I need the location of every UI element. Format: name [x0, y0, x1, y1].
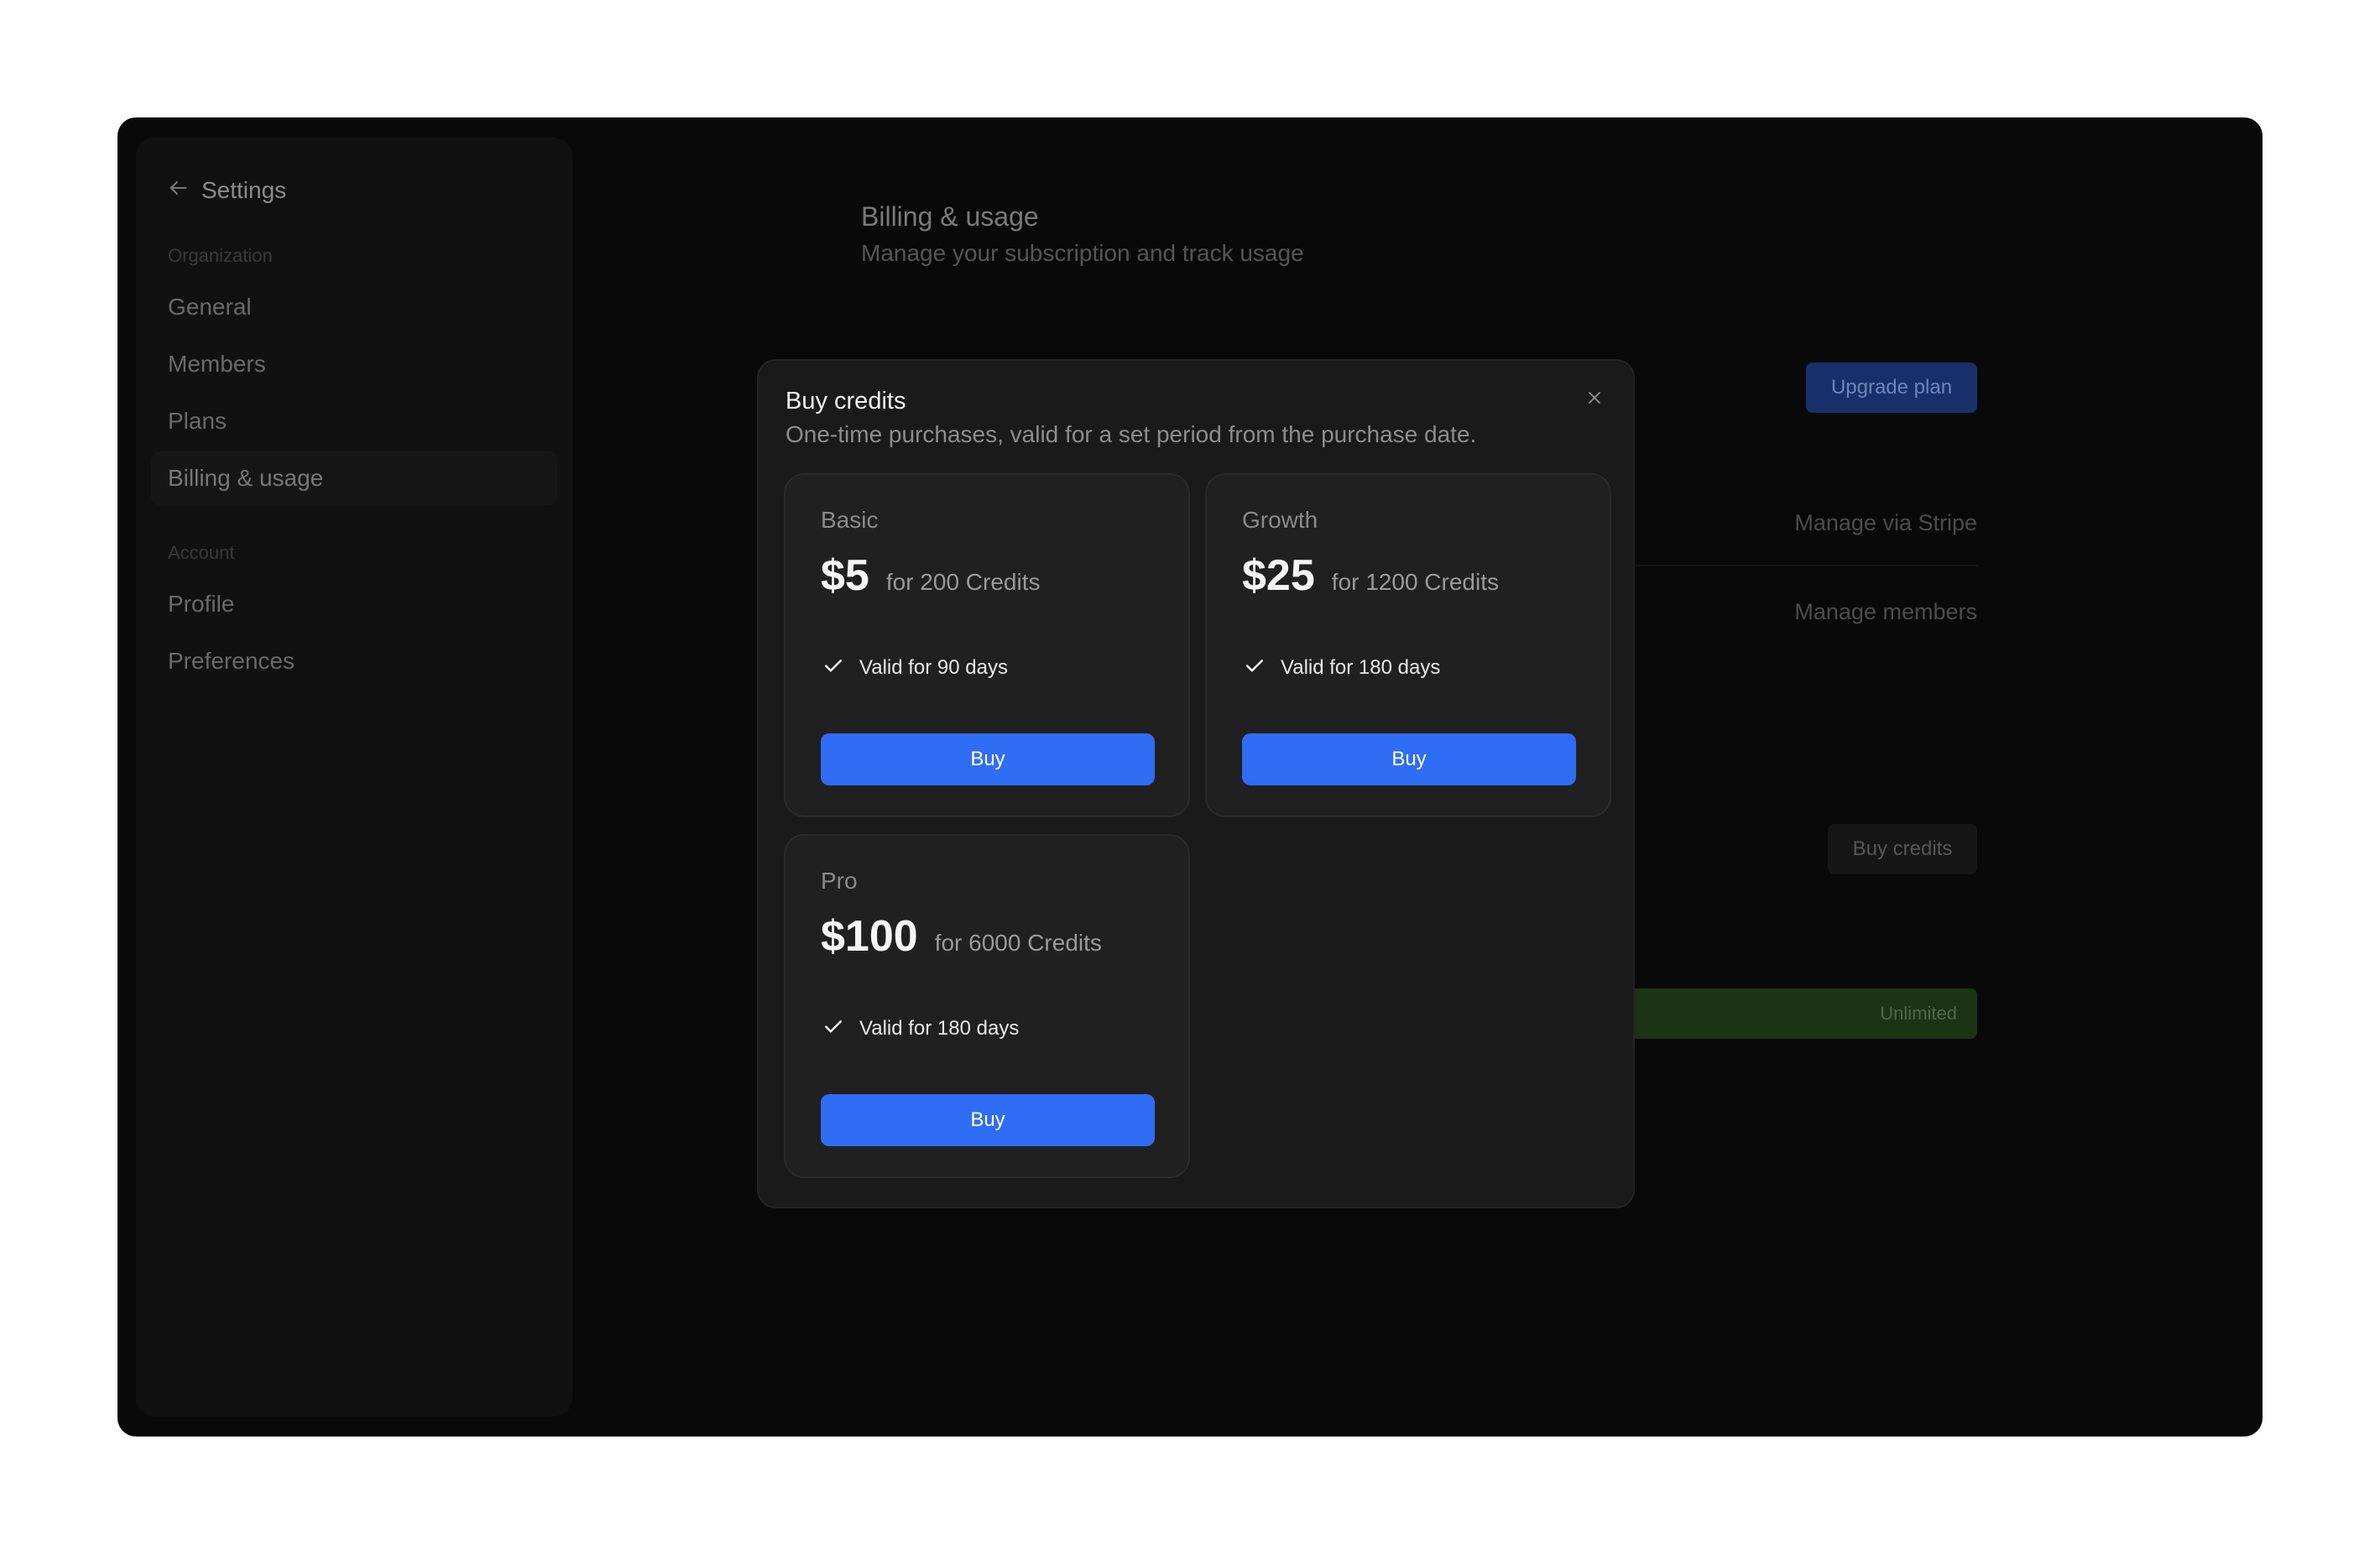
section-label-account: Account [168, 542, 235, 563]
buy-credits-modal: Buy credits One-time purchases, valid fo… [757, 359, 1635, 1208]
plan-credits: for 200 Credits [885, 569, 1041, 595]
check-icon [821, 1014, 846, 1043]
plan-card-growth: Growth $25 for 1200 Credits Valid for 18… [1205, 473, 1611, 817]
arrow-left-icon [166, 176, 190, 204]
buy-pro-button[interactable]: Buy [821, 1094, 1155, 1146]
usage-bar-label: Unlimited [1880, 1003, 1957, 1024]
buy-basic-button[interactable]: Buy [821, 733, 1155, 785]
manage-members-link[interactable]: Manage members [1794, 599, 1977, 625]
close-icon[interactable] [1581, 384, 1608, 411]
check-icon [1242, 653, 1267, 682]
plan-validity: Valid for 180 days [1281, 655, 1441, 679]
plan-name: Pro [821, 868, 858, 894]
section-label-organization: Organization [168, 245, 273, 266]
plan-price: $25 [1242, 551, 1315, 600]
back-to-settings[interactable]: Settings [166, 176, 286, 204]
price-row: $5 for 200 Credits [821, 550, 1040, 601]
modal-description: One-time purchases, valid for a set peri… [786, 421, 1477, 447]
plan-validity: Valid for 180 days [859, 1016, 1020, 1040]
usage-bar: Unlimited [1628, 988, 1977, 1039]
sidebar-item-members[interactable]: Members [151, 337, 557, 391]
upgrade-plan-button[interactable]: Upgrade plan [1806, 362, 1977, 413]
plan-feature: Valid for 90 days [821, 653, 1008, 682]
price-row: $25 for 1200 Credits [1242, 550, 1499, 601]
buy-growth-button[interactable]: Buy [1242, 733, 1576, 785]
modal-title: Buy credits [786, 388, 906, 415]
sidebar-item-billing-usage[interactable]: Billing & usage [151, 451, 557, 505]
plan-price: $5 [821, 551, 869, 600]
sidebar-item-profile[interactable]: Profile [151, 577, 557, 631]
plan-name: Growth [1242, 507, 1318, 533]
plan-credits: for 6000 Credits [934, 930, 1102, 956]
plan-feature: Valid for 180 days [1242, 653, 1440, 682]
sidebar-item-plans[interactable]: Plans [151, 394, 557, 448]
plan-name: Basic [821, 507, 879, 533]
page-title: Billing & usage [861, 201, 1039, 232]
sidebar-item-preferences[interactable]: Preferences [151, 634, 557, 688]
price-row: $100 for 6000 Credits [821, 911, 1102, 962]
plan-credits: for 1200 Credits [1331, 569, 1499, 595]
page-subtitle: Manage your subscription and track usage [861, 240, 1304, 266]
check-icon [821, 653, 846, 682]
back-label: Settings [201, 176, 287, 203]
buy-credits-button[interactable]: Buy credits [1828, 824, 1977, 874]
plan-feature: Valid for 180 days [821, 1014, 1019, 1043]
app-window: Settings Organization General Members Pl… [117, 117, 2263, 1437]
manage-via-stripe-link[interactable]: Manage via Stripe [1794, 510, 1977, 536]
plan-card-pro: Pro $100 for 6000 Credits Valid for 180 … [784, 834, 1190, 1178]
settings-sidebar: Settings Organization General Members Pl… [136, 138, 572, 1416]
plan-card-basic: Basic $5 for 200 Credits Valid for 90 da… [784, 473, 1190, 817]
plan-price: $100 [821, 912, 918, 961]
plan-validity: Valid for 90 days [859, 655, 1008, 679]
divider [1628, 565, 1977, 566]
sidebar-item-general[interactable]: General [151, 280, 557, 334]
